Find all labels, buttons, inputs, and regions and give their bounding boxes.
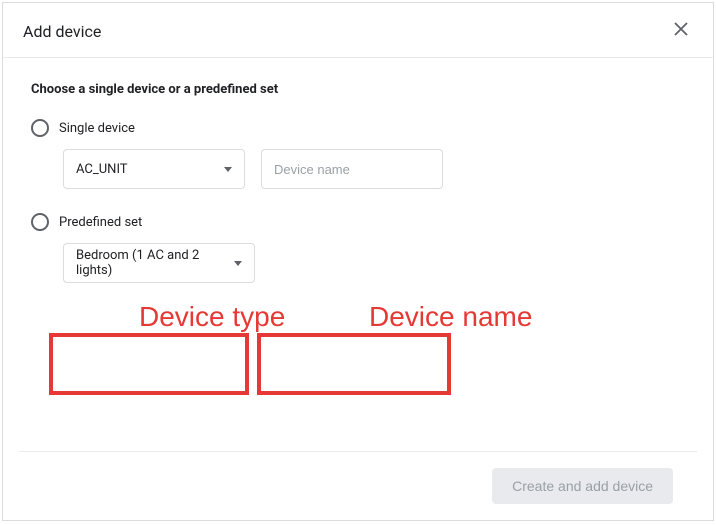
dialog-footer: Create and add device — [19, 451, 697, 520]
chevron-down-icon — [224, 167, 232, 172]
single-device-radio[interactable] — [31, 119, 49, 137]
predefined-set-radio[interactable] — [31, 213, 49, 231]
predefined-set-option[interactable]: Predefined set — [31, 213, 685, 231]
close-icon — [673, 21, 689, 42]
add-device-dialog: Add device Choose a single device or a p… — [2, 2, 714, 521]
predefined-set-value: Bedroom (1 AC and 2 lights) — [76, 248, 234, 278]
predefined-set-label: Predefined set — [59, 215, 142, 230]
annotation-device-type-box — [49, 333, 249, 395]
dialog-title: Add device — [23, 22, 101, 41]
device-type-value: AC_UNIT — [76, 162, 224, 177]
single-device-label: Single device — [59, 121, 135, 136]
predefined-set-controls: Bedroom (1 AC and 2 lights) — [63, 243, 685, 283]
chevron-down-icon — [234, 261, 242, 266]
dialog-prompt: Choose a single device or a predefined s… — [31, 82, 685, 97]
single-device-option[interactable]: Single device — [31, 119, 685, 137]
annotation-device-name-label: Device name — [369, 301, 532, 333]
dialog-body: Choose a single device or a predefined s… — [3, 58, 713, 451]
create-and-add-button[interactable]: Create and add device — [492, 468, 673, 504]
predefined-set-select[interactable]: Bedroom (1 AC and 2 lights) — [63, 243, 255, 283]
annotation-device-name-box — [257, 333, 451, 395]
single-device-controls: AC_UNIT — [63, 149, 685, 189]
annotation-device-type-label: Device type — [139, 301, 285, 333]
device-type-select[interactable]: AC_UNIT — [63, 149, 245, 189]
dialog-header: Add device — [3, 3, 713, 58]
close-button[interactable] — [669, 19, 693, 43]
device-name-input[interactable] — [261, 149, 443, 189]
